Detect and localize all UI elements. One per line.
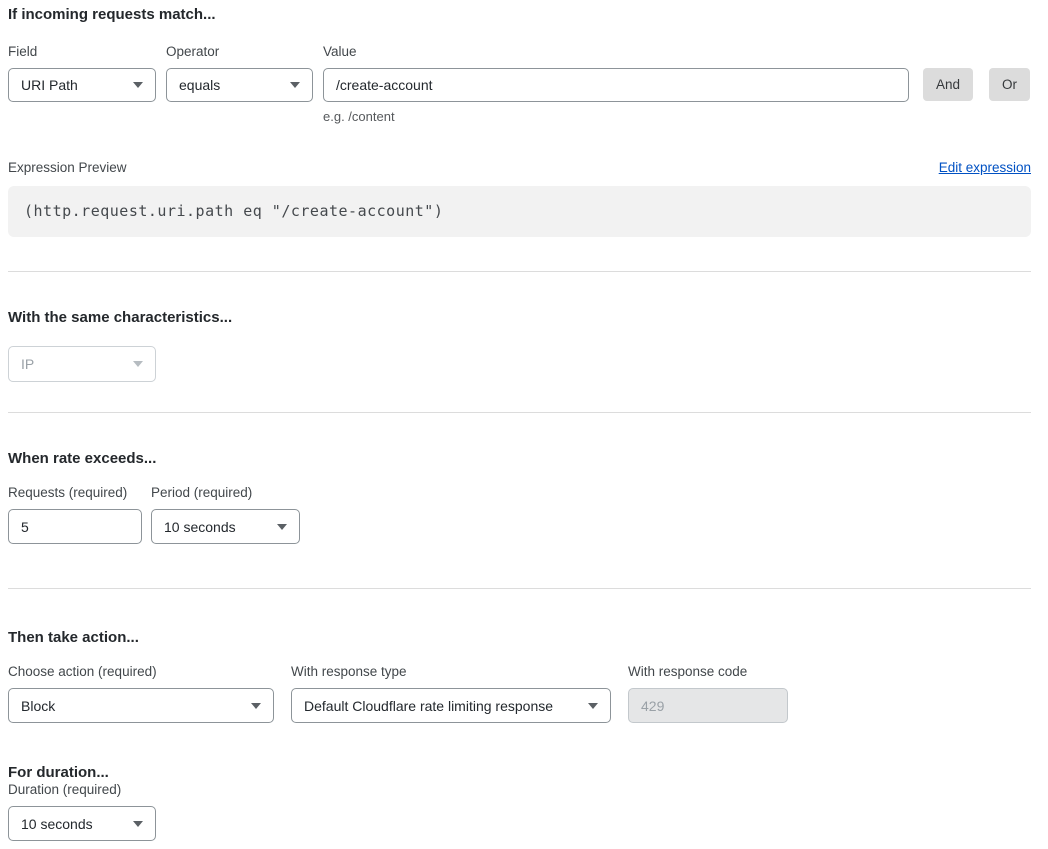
choose-action-select-value: Block <box>21 698 55 714</box>
rate-controls-row: Requests (required) Period (required) 10… <box>8 485 1031 544</box>
period-group: Period (required) 10 seconds <box>151 485 300 544</box>
field-label: Field <box>8 44 156 60</box>
response-type-group: With response type Default Cloudflare ra… <box>291 664 611 723</box>
chevron-down-icon <box>133 361 143 367</box>
response-code-group: With response code <box>628 664 788 723</box>
response-type-select[interactable]: Default Cloudflare rate limiting respons… <box>291 688 611 723</box>
characteristic-select-value: IP <box>21 356 34 372</box>
expression-preview-label: Expression Preview <box>8 160 127 175</box>
period-select-value: 10 seconds <box>164 519 236 535</box>
chevron-down-icon <box>290 82 300 88</box>
response-type-select-value: Default Cloudflare rate limiting respons… <box>304 698 553 714</box>
value-input[interactable] <box>323 68 909 102</box>
and-button[interactable]: And <box>923 68 973 101</box>
choose-action-group: Choose action (required) Block <box>8 664 274 723</box>
section-title-duration: For duration... <box>8 764 1031 782</box>
period-label: Period (required) <box>151 485 300 501</box>
section-rate-exceeds: When rate exceeds... Requests (required)… <box>8 450 1031 544</box>
section-same-characteristics: With the same characteristics... IP <box>8 309 1031 382</box>
value-label: Value <box>323 44 909 60</box>
duration-label: Duration (required) <box>8 782 156 798</box>
requests-group: Requests (required) <box>8 485 142 544</box>
value-group: Value e.g. /content <box>323 44 909 124</box>
duration-select[interactable]: 10 seconds <box>8 806 156 841</box>
period-select[interactable]: 10 seconds <box>151 509 300 544</box>
section-title-incoming-requests: If incoming requests match... <box>8 6 1031 24</box>
chevron-down-icon <box>251 703 261 709</box>
rate-limiting-rule-form: If incoming requests match... Field URI … <box>0 0 1048 849</box>
action-controls-row: Choose action (required) Block With resp… <box>8 664 1031 723</box>
requests-input[interactable] <box>8 509 142 544</box>
response-code-input <box>628 688 788 723</box>
operator-select-value: equals <box>179 77 220 93</box>
section-title-action: Then take action... <box>8 629 1031 647</box>
choose-action-select[interactable]: Block <box>8 688 274 723</box>
field-select-value: URI Path <box>21 77 78 93</box>
chevron-down-icon <box>588 703 598 709</box>
section-take-action: Then take action... Choose action (requi… <box>8 629 1031 723</box>
edit-expression-link[interactable]: Edit expression <box>939 160 1031 175</box>
operator-label: Operator <box>166 44 313 60</box>
chevron-down-icon <box>133 82 143 88</box>
and-or-button-group: And Or <box>923 68 1030 101</box>
section-incoming-requests-match: If incoming requests match... Field URI … <box>8 6 1031 237</box>
section-title-rate: When rate exceeds... <box>8 450 1031 468</box>
section-divider <box>8 271 1031 272</box>
expression-preview-code: (http.request.uri.path eq "/create-accou… <box>8 186 1031 237</box>
requests-label: Requests (required) <box>8 485 142 501</box>
operator-select[interactable]: equals <box>166 68 313 102</box>
expression-preview-header: Expression Preview Edit expression <box>8 160 1031 175</box>
chevron-down-icon <box>277 524 287 530</box>
field-group: Field URI Path <box>8 44 156 102</box>
section-divider <box>8 412 1031 413</box>
characteristic-select: IP <box>8 346 156 382</box>
value-helper-text: e.g. /content <box>323 109 909 124</box>
duration-controls-row: Duration (required) 10 seconds <box>8 782 1031 841</box>
response-type-label: With response type <box>291 664 611 680</box>
field-select[interactable]: URI Path <box>8 68 156 102</box>
match-expression-builder-row: Field URI Path Operator equals Value e.g… <box>8 44 1031 124</box>
or-button[interactable]: Or <box>989 68 1030 101</box>
response-code-label: With response code <box>628 664 788 680</box>
section-for-duration: For duration... Duration (required) 10 s… <box>8 764 1031 841</box>
choose-action-label: Choose action (required) <box>8 664 274 680</box>
section-title-characteristics: With the same characteristics... <box>8 309 1031 327</box>
operator-group: Operator equals <box>166 44 313 102</box>
duration-group: Duration (required) 10 seconds <box>8 782 156 841</box>
duration-select-value: 10 seconds <box>21 816 93 832</box>
section-divider <box>8 588 1031 589</box>
chevron-down-icon <box>133 821 143 827</box>
